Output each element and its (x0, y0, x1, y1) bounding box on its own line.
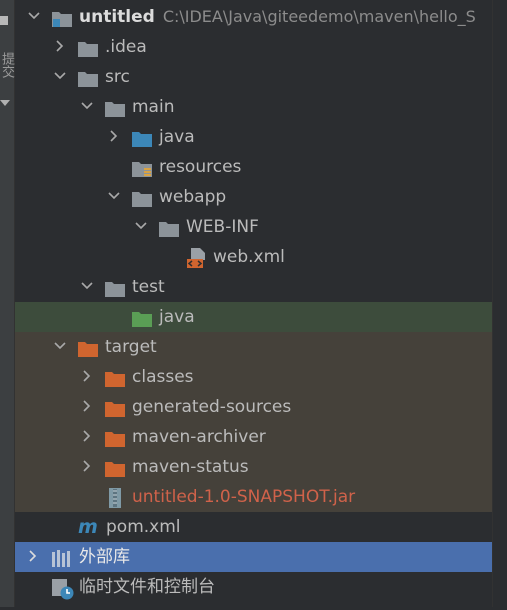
tree-row-src[interactable]: src (15, 62, 492, 92)
tree-label: untitled-1.0-SNAPSHOT.jar (132, 487, 356, 507)
tree-label: maven-archiver (132, 427, 266, 447)
chevron-down-icon[interactable] (133, 212, 149, 242)
chevron-right-icon[interactable] (79, 392, 95, 422)
tree-row-test[interactable]: test (15, 272, 492, 302)
chevron-down-icon[interactable] (79, 272, 95, 302)
tree-row-maven-archiver[interactable]: maven-archiver (15, 422, 492, 452)
chevron-down-icon[interactable] (52, 62, 68, 92)
xml-file-icon (187, 248, 207, 268)
tree-row-external-libraries[interactable]: 外部库 (15, 542, 492, 572)
excluded-folder-icon (105, 368, 125, 387)
tree-row-idea[interactable]: .idea (15, 32, 492, 62)
folder-icon (105, 278, 125, 297)
tree-row-main[interactable]: main (15, 92, 492, 122)
tree-row-maven-status[interactable]: maven-status (15, 452, 492, 482)
chevron-right-icon[interactable] (79, 422, 95, 452)
chevron-down-icon[interactable] (52, 332, 68, 362)
folder-icon (132, 188, 152, 207)
tree-row-web-inf[interactable]: WEB-INF (15, 212, 492, 242)
tree-row-jar[interactable]: untitled-1.0-SNAPSHOT.jar (15, 482, 492, 512)
tree-label: webapp (159, 187, 227, 207)
chevron-down-icon[interactable] (79, 92, 95, 122)
maven-icon: m (78, 516, 98, 538)
tree-label: pom.xml (106, 517, 181, 537)
tree-row-root[interactable]: untitled C:\IDEA\Java\giteedemo\maven\hel… (15, 2, 492, 32)
tree-label: web.xml (213, 247, 285, 267)
strip-arrow-icon (0, 100, 10, 106)
module-folder-icon (52, 8, 72, 27)
excluded-folder-icon (78, 338, 98, 357)
source-folder-icon (132, 128, 152, 147)
chevron-down-icon[interactable] (26, 2, 42, 32)
tree-label: classes (132, 367, 194, 387)
tree-label: resources (159, 157, 242, 177)
tree-row-generated-sources[interactable]: generated-sources (15, 392, 492, 422)
test-source-folder-icon (132, 308, 152, 327)
folder-icon (159, 218, 179, 237)
library-icon (51, 548, 71, 567)
chevron-right-icon[interactable] (25, 542, 41, 572)
project-tree: untitled C:\IDEA\Java\giteedemo\maven\hel… (15, 2, 492, 602)
tree-row-classes[interactable]: classes (15, 362, 492, 392)
root-path: C:\IDEA\Java\giteedemo\maven\hello_S (162, 7, 476, 26)
tree-row-test-java[interactable]: java (15, 302, 492, 332)
chevron-right-icon[interactable] (52, 32, 68, 62)
chevron-down-icon[interactable] (106, 182, 122, 212)
tree-row-scratches[interactable]: 临时文件和控制台 (15, 572, 492, 602)
tree-label: test (132, 277, 165, 297)
tree-label: src (105, 67, 130, 87)
resources-folder-icon (132, 158, 152, 177)
excluded-folder-icon (105, 398, 125, 417)
tree-label: generated-sources (132, 397, 292, 417)
excluded-folder-icon (105, 458, 125, 477)
strip-marker-icon (0, 16, 8, 25)
tree-label: java (159, 127, 195, 147)
scratch-console-icon (51, 578, 74, 600)
tree-label: maven-status (132, 457, 249, 477)
tree-label: target (105, 337, 157, 357)
folder-icon (78, 68, 98, 87)
tree-label: .idea (105, 37, 147, 57)
svg-text:m: m (78, 517, 98, 537)
tree-label: 临时文件和控制台 (79, 577, 215, 597)
chevron-right-icon[interactable] (79, 362, 95, 392)
tree-label: 外部库 (79, 547, 130, 567)
tree-label: main (132, 97, 175, 117)
chevron-right-icon[interactable] (106, 122, 122, 152)
tree-row-pom[interactable]: m pom.xml (15, 512, 492, 542)
jar-file-icon (108, 488, 128, 508)
tree-label: untitled C:\IDEA\Java\giteedemo\maven\hel… (79, 7, 476, 27)
tree-row-web-xml[interactable]: web.xml (15, 242, 492, 272)
chevron-right-icon[interactable] (79, 452, 95, 482)
tree-label: java (159, 307, 195, 327)
folder-icon (78, 38, 98, 57)
excluded-folder-icon (105, 428, 125, 447)
scrollbar-gutter[interactable] (492, 0, 507, 607)
tree-row-webapp[interactable]: webapp (15, 182, 492, 212)
tree-row-resources[interactable]: resources (15, 152, 492, 182)
commit-tool-label[interactable]: 提交 (0, 52, 14, 78)
left-tool-strip[interactable]: 提交 (0, 0, 15, 607)
tree-label: WEB-INF (186, 217, 259, 237)
folder-icon (105, 98, 125, 117)
tree-row-main-java[interactable]: java (15, 122, 492, 152)
tree-row-target[interactable]: target (15, 332, 492, 362)
